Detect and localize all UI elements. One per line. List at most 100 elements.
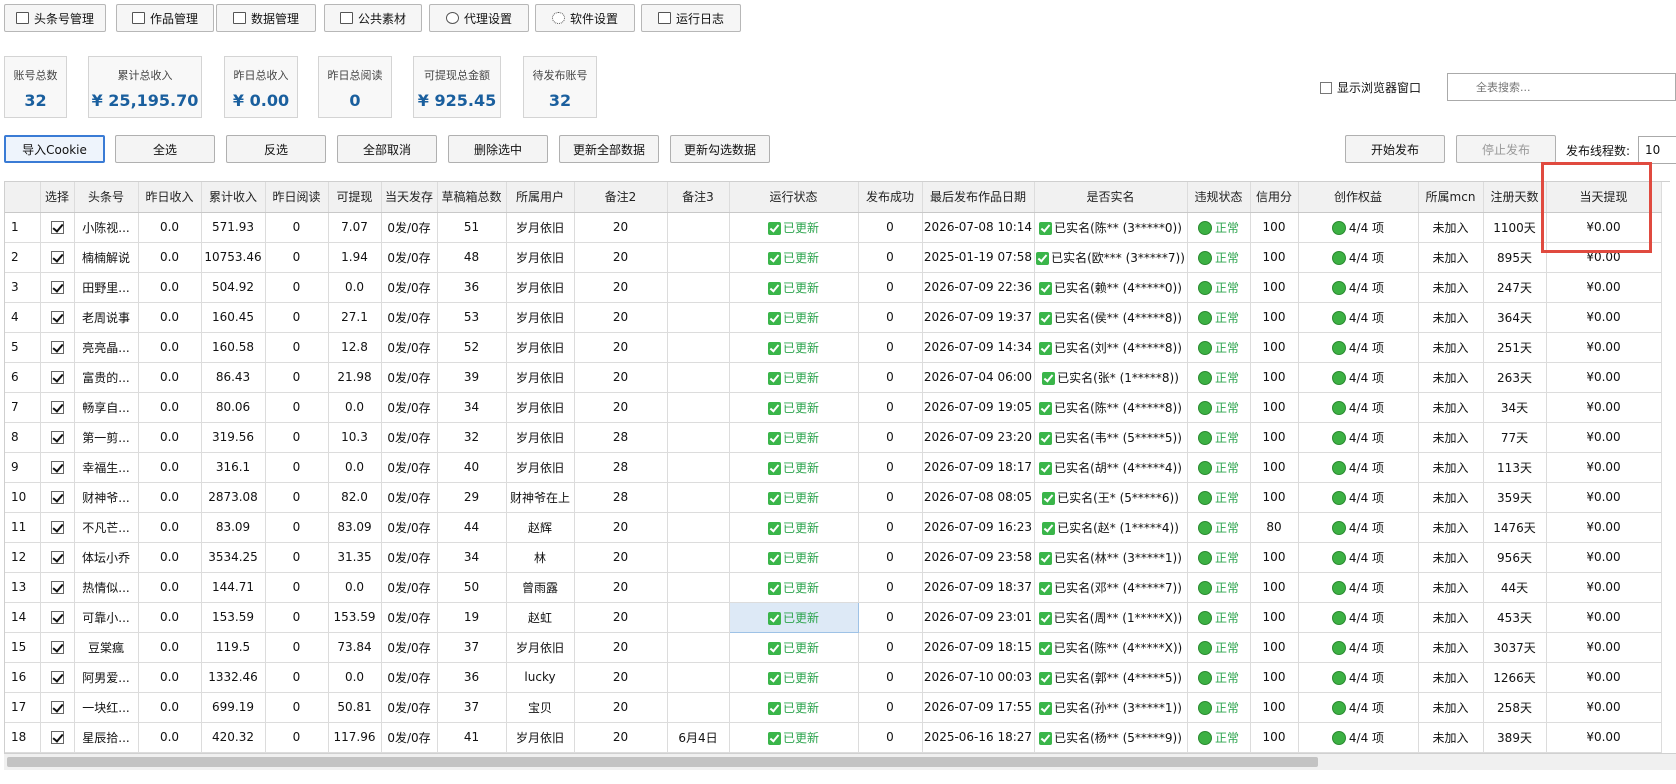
column-header[interactable]: 昨日阅读 [265,182,329,213]
select-cell[interactable] [40,572,75,603]
column-header[interactable]: 选择 [40,182,75,213]
select-cell[interactable] [40,632,75,663]
column-header[interactable]: 所属mcn [1418,182,1484,213]
cancel-all-button[interactable]: 全部取消 [337,135,437,163]
table-row[interactable]: 6 富贵的... 0.0 86.43 0 21.98 0发/0存 39 岁月依旧 20 已更新 0 20… [5,362,1662,393]
table-row[interactable]: 7 畅享自... 0.0 80.06 0 0.0 0发/0存 34 岁月依旧 20 已更新 0 2026… [5,392,1662,423]
table-row[interactable]: 14 可靠小... 0.0 153.59 0 153.59 0发/0存 19 赵虹 20 已更新 0 2… [5,601,1662,633]
select-cell[interactable] [40,212,75,243]
column-header[interactable]: 最后发布作品日期 [922,182,1035,213]
column-header[interactable] [5,182,41,213]
column-header[interactable]: 头条号 [74,182,139,213]
cell-run-status[interactable]: 已更新 [728,601,859,633]
tab-works-manage[interactable]: 作品管理 [116,4,214,32]
row-checkbox[interactable] [50,401,64,414]
tab-data-manage[interactable]: 数据管理 [216,4,316,32]
cell-run-status[interactable]: 已更新 [729,692,859,723]
cell-run-status[interactable]: 已更新 [729,362,859,393]
update-all-button[interactable]: 更新全部数据 [559,135,659,163]
select-cell[interactable] [40,422,75,453]
select-cell[interactable] [40,542,75,573]
table-row[interactable]: 13 热情似... 0.0 144.71 0 0.0 0发/0存 50 曾雨露 20 已更新 0 202… [5,572,1662,603]
cell-run-status[interactable]: 已更新 [729,512,859,543]
select-cell[interactable] [40,602,75,633]
table-row[interactable]: 10 财神爷... 0.0 2873.08 0 82.0 0发/0存 29 财神爷在上 28 已更新… [5,482,1662,513]
table-row[interactable]: 18 星辰拾... 0.0 420.32 0 117.96 0发/0存 41 岁月依旧 20 6月4… [5,722,1662,753]
select-all-button[interactable]: 全选 [115,135,215,163]
row-checkbox[interactable] [50,491,64,504]
row-checkbox[interactable] [50,611,64,624]
cell-run-status[interactable]: 已更新 [729,482,859,513]
show-browser-checkbox[interactable]: 显示浏览器窗口 [1320,79,1421,96]
cell-run-status[interactable]: 已更新 [729,302,859,333]
column-header[interactable]: 备注2 [574,182,668,213]
table-search-input[interactable] [1447,73,1676,101]
table-row[interactable]: 3 田野里... 0.0 504.92 0 0.0 0发/0存 36 岁月依旧 20 已更新 0 202… [5,272,1662,303]
cell-run-status[interactable]: 已更新 [729,392,859,423]
select-cell[interactable] [40,362,75,393]
column-header[interactable]: 当天发存 [381,182,438,213]
select-cell[interactable] [40,332,75,363]
table-row[interactable]: 15 豆棠瘋 0.0 119.5 0 73.84 0发/0存 37 岁月依旧 20 已更新 0 2026… [5,632,1662,663]
thread-count-input[interactable]: 10 [1638,136,1676,164]
cell-run-status[interactable]: 已更新 [729,632,859,663]
column-header[interactable]: 运行状态 [729,182,859,213]
table-row[interactable]: 1 小陈视... 0.0 571.93 0 7.07 0发/0存 51 岁月依旧 20 已更新 0 20… [5,212,1662,243]
row-checkbox[interactable] [50,701,64,714]
column-header[interactable]: 可提现 [328,182,382,213]
row-checkbox[interactable] [50,371,64,384]
cell-run-status[interactable]: 已更新 [729,452,859,483]
tab-software-settings[interactable]: 软件设置 [535,4,635,32]
row-checkbox[interactable] [50,251,64,264]
table-row[interactable]: 8 第一剪... 0.0 319.56 0 10.3 0发/0存 32 岁月依旧 28 已更新 0 20… [5,422,1662,453]
horizontal-scrollbar[interactable] [4,753,1676,770]
select-cell[interactable] [40,392,75,423]
table-row[interactable]: 16 阿男爱... 0.0 1332.46 0 0.0 0发/0存 36 lucky 20 已更新 0… [5,662,1662,693]
cell-run-status[interactable]: 已更新 [729,212,859,243]
cell-run-status[interactable]: 已更新 [729,332,859,363]
cell-run-status[interactable]: 已更新 [729,542,859,573]
select-cell[interactable] [40,512,75,543]
select-cell[interactable] [40,452,75,483]
column-header[interactable]: 所属用户 [506,182,575,213]
column-header[interactable]: 注册天数 [1483,182,1547,213]
cell-run-status[interactable]: 已更新 [729,422,859,453]
row-checkbox[interactable] [50,581,64,594]
row-checkbox[interactable] [50,281,64,294]
select-cell[interactable] [40,722,75,753]
select-cell[interactable] [40,662,75,693]
import-cookie-button[interactable]: 导入Cookie [4,135,105,163]
cell-run-status[interactable]: 已更新 [729,662,859,693]
column-header[interactable]: 累计收入 [201,182,266,213]
select-cell[interactable] [40,272,75,303]
column-header[interactable]: 发布成功 [858,182,923,213]
column-header[interactable]: 草稿箱总数 [437,182,507,213]
column-header[interactable]: 创作权益 [1298,182,1419,213]
tab-run-log[interactable]: 运行日志 [641,4,741,32]
select-cell[interactable] [40,302,75,333]
delete-selected-button[interactable]: 删除选中 [448,135,548,163]
tab-proxy-settings[interactable]: 代理设置 [429,4,529,32]
invert-selection-button[interactable]: 反选 [226,135,326,163]
column-header[interactable]: 是否实名 [1034,182,1188,213]
column-header[interactable]: 信用分 [1250,182,1299,213]
update-checked-button[interactable]: 更新勾选数据 [670,135,770,163]
scrollbar-thumb[interactable] [7,757,1318,767]
select-cell[interactable] [40,692,75,723]
column-header[interactable]: 备注3 [667,182,730,213]
column-header[interactable]: 违规状态 [1187,182,1251,213]
cell-run-status[interactable]: 已更新 [729,242,859,273]
column-header[interactable]: 昨日收入 [138,182,202,213]
row-checkbox[interactable] [50,311,64,324]
select-cell[interactable] [40,242,75,273]
row-checkbox[interactable] [50,341,64,354]
row-checkbox[interactable] [50,731,64,744]
cell-run-status[interactable]: 已更新 [729,722,859,753]
table-row[interactable]: 17 一块红... 0.0 699.19 0 50.81 0发/0存 37 宝贝 20 已更新 0 20… [5,692,1662,723]
cell-run-status[interactable]: 已更新 [729,272,859,303]
table-row[interactable]: 12 体坛小乔 0.0 3534.25 0 31.35 0发/0存 34 林 20 已更新 0 2026… [5,542,1662,573]
table-row[interactable]: 11 不凡芒... 0.0 83.09 0 83.09 0发/0存 44 赵辉 20 已更新 0 202… [5,512,1662,543]
row-checkbox[interactable] [50,521,64,534]
table-row[interactable]: 4 老周说事 0.0 160.45 0 27.1 0发/0存 53 岁月依旧 20 已更新 0 2026… [5,302,1662,333]
row-checkbox[interactable] [50,461,64,474]
